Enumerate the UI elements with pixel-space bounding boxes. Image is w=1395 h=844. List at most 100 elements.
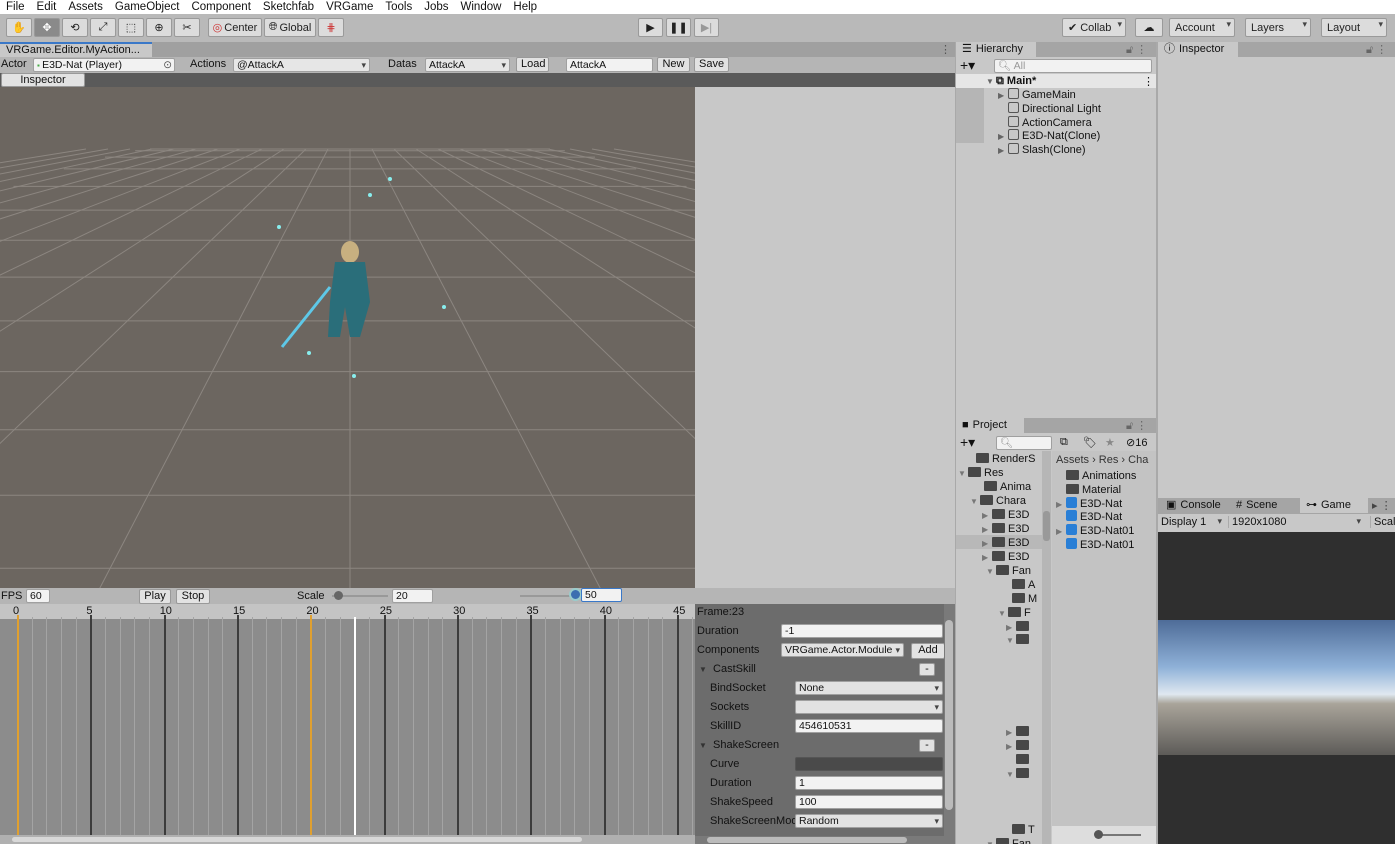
keyframe-marker[interactable] bbox=[17, 615, 19, 835]
project-search-input[interactable]: 🔍︎ bbox=[996, 436, 1052, 450]
actor-field[interactable]: ▪ E3D-Nat (Player) ⊙ bbox=[33, 58, 175, 72]
add-component-button[interactable]: Add bbox=[911, 643, 945, 659]
step-button[interactable]: ▶| bbox=[694, 18, 719, 37]
asset-item[interactable]: Animations bbox=[1056, 469, 1136, 483]
save-button[interactable]: Save bbox=[694, 57, 729, 72]
timeline-stop-button[interactable]: Stop bbox=[176, 589, 210, 604]
component-group-header[interactable]: ▼ ShakeScreen bbox=[699, 739, 779, 751]
filter-type-icon[interactable]: ⧉ bbox=[1060, 436, 1068, 449]
project-create-button[interactable]: +▾ bbox=[960, 434, 975, 451]
scene-main[interactable]: ▼ ⧉ Main* bbox=[986, 74, 1036, 88]
remove-component-button[interactable]: - bbox=[919, 663, 935, 676]
expand-arrow-icon[interactable]: ▶ bbox=[998, 144, 1008, 158]
tab-action-editor[interactable]: VRGame.Editor.MyAction... bbox=[0, 42, 152, 57]
scene-menu-icon[interactable]: ⋮ bbox=[1143, 75, 1154, 88]
rect-icon[interactable]: ⬚ bbox=[118, 18, 144, 37]
bindsocket-dropdown[interactable]: None bbox=[795, 681, 943, 695]
asset-item[interactable]: E3D-Nat bbox=[1056, 510, 1122, 524]
keyframe-marker[interactable] bbox=[310, 615, 313, 835]
scale-icon[interactable]: ⤢ bbox=[90, 18, 116, 37]
timeline-play-button[interactable]: Play bbox=[139, 589, 171, 604]
asset-item[interactable]: Material bbox=[1056, 483, 1121, 497]
project-folder[interactable]: ▼Fan bbox=[986, 837, 1031, 844]
tab-console[interactable]: ▣ Console bbox=[1160, 498, 1227, 513]
datas-dropdown[interactable]: AttackA bbox=[425, 58, 510, 72]
component-group-header[interactable]: ▼ CastSkill bbox=[699, 663, 756, 675]
project-folder[interactable]: ▶ bbox=[1006, 739, 1032, 753]
asset-item[interactable]: E3D-Nat01 bbox=[1056, 538, 1134, 552]
hierarchy-search-input[interactable]: 🔍︎ All bbox=[994, 59, 1152, 73]
hidden-packages-button[interactable]: ⊘16 bbox=[1126, 436, 1147, 449]
inspector-button[interactable]: Inspector bbox=[1, 73, 85, 87]
collab-dropdown[interactable]: ✔ Collab bbox=[1062, 18, 1126, 37]
project-folder[interactable]: RenderS bbox=[966, 452, 1035, 466]
favorite-icon[interactable]: ★ bbox=[1105, 436, 1115, 449]
project-folder[interactable]: ▶ E3D bbox=[982, 550, 1029, 564]
layout-dropdown[interactable]: Layout bbox=[1321, 18, 1387, 37]
layers-dropdown[interactable]: Layers bbox=[1245, 18, 1311, 37]
more-icon[interactable]: ⋮ bbox=[940, 43, 951, 56]
project-folder[interactable]: ▼ Res bbox=[958, 466, 1004, 480]
new-button[interactable]: New bbox=[657, 57, 690, 72]
resolution-dropdown[interactable]: 1920x1080 bbox=[1228, 516, 1364, 528]
custom-tool-icon[interactable]: ✂ bbox=[174, 18, 200, 37]
menu-jobs[interactable]: Jobs bbox=[418, 0, 454, 14]
tab-scene[interactable]: # Scene bbox=[1230, 498, 1284, 513]
asset-item[interactable]: ▶ E3D-Nat01 bbox=[1056, 524, 1134, 538]
object-picker-icon[interactable]: ⊙ bbox=[163, 59, 172, 71]
hierarchy-item[interactable]: ▶ GameMain bbox=[998, 88, 1076, 102]
cloud-button[interactable]: ☁ bbox=[1135, 18, 1163, 37]
shakescreenmode-dropdown[interactable]: Random bbox=[795, 814, 943, 828]
tab-game[interactable]: ⊶ Game bbox=[1300, 498, 1368, 513]
game-view[interactable] bbox=[1158, 620, 1395, 755]
collapse-arrow-icon[interactable]: ▼ bbox=[699, 665, 707, 674]
pivot-center-button[interactable]: ◎ Center bbox=[208, 18, 262, 37]
filter-label-icon[interactable]: 🏷︎ bbox=[1083, 436, 1097, 449]
project-folder[interactable]: ▶ E3D bbox=[982, 508, 1029, 522]
menu-tools[interactable]: Tools bbox=[379, 0, 418, 14]
move-icon[interactable]: ✥ bbox=[34, 18, 60, 37]
duration-input[interactable]: 1 bbox=[795, 776, 943, 790]
timeline[interactable]: 0 5 10 15 20 25 30 35 40 45 bbox=[0, 604, 695, 844]
project-folder[interactable]: ▼ Chara bbox=[970, 494, 1026, 508]
load-button[interactable]: Load bbox=[516, 57, 549, 72]
asset-item[interactable]: ▶ E3D-Nat bbox=[1056, 496, 1122, 511]
menu-file[interactable]: File bbox=[0, 0, 31, 14]
hierarchy-item[interactable]: Directional Light bbox=[998, 101, 1101, 116]
menu-assets[interactable]: Assets bbox=[62, 0, 109, 14]
hand-icon[interactable]: ✋ bbox=[6, 18, 32, 37]
project-folder[interactable]: ▼ bbox=[1006, 767, 1032, 781]
game-scale-label[interactable]: Scale bbox=[1370, 516, 1395, 528]
space-global-button[interactable]: 🌐︎ Global bbox=[264, 18, 316, 37]
hierarchy-item[interactable]: ActionCamera bbox=[998, 115, 1092, 130]
inspector-lock-icon[interactable]: 🔓︎ ⋮ bbox=[1366, 43, 1387, 57]
project-folder[interactable]: T bbox=[1002, 823, 1035, 837]
curve-curve-field[interactable] bbox=[795, 757, 943, 771]
tree-scrollbar[interactable] bbox=[1042, 451, 1051, 844]
scale-input[interactable]: 20 bbox=[392, 589, 433, 603]
more-tabs-icon[interactable]: ▸ ⋮ bbox=[1372, 499, 1392, 512]
project-folder[interactable]: ▶ E3D bbox=[982, 536, 1029, 550]
menu-help[interactable]: Help bbox=[507, 0, 543, 14]
tab-hierarchy[interactable]: ☰ Hierarchy bbox=[956, 42, 1036, 57]
tab-project[interactable]: ■ Project bbox=[956, 418, 1024, 433]
collapse-arrow-icon[interactable]: ▼ bbox=[699, 741, 707, 750]
remove-component-button[interactable]: - bbox=[919, 739, 935, 752]
menu-edit[interactable]: Edit bbox=[31, 0, 63, 14]
project-folder[interactable]: ▶ bbox=[1006, 620, 1032, 634]
project-lock-icon[interactable]: 🔓︎ ⋮ bbox=[1126, 419, 1147, 433]
frames-input[interactable]: 50 bbox=[581, 588, 622, 602]
hierarchy-item[interactable]: ▶ Slash(Clone) bbox=[998, 143, 1086, 157]
project-folder[interactable]: ▼Fan bbox=[986, 564, 1031, 578]
action-name-input[interactable]: AttackA bbox=[566, 58, 653, 72]
timeline-scrollbar[interactable] bbox=[0, 835, 695, 844]
project-folder[interactable] bbox=[1006, 753, 1032, 767]
components-dropdown[interactable]: VRGame.Actor.Module bbox=[781, 643, 904, 657]
menu-sketchfab[interactable]: Sketchfab bbox=[257, 0, 320, 14]
frames-slider[interactable] bbox=[520, 595, 576, 597]
frame-duration-input[interactable]: -1 bbox=[781, 624, 943, 638]
scale-slider-handle[interactable] bbox=[333, 591, 343, 600]
project-folder[interactable]: ▶ bbox=[1006, 725, 1032, 739]
sockets-dropdown[interactable] bbox=[795, 700, 943, 714]
transform-icon[interactable]: ⊕ bbox=[146, 18, 172, 37]
